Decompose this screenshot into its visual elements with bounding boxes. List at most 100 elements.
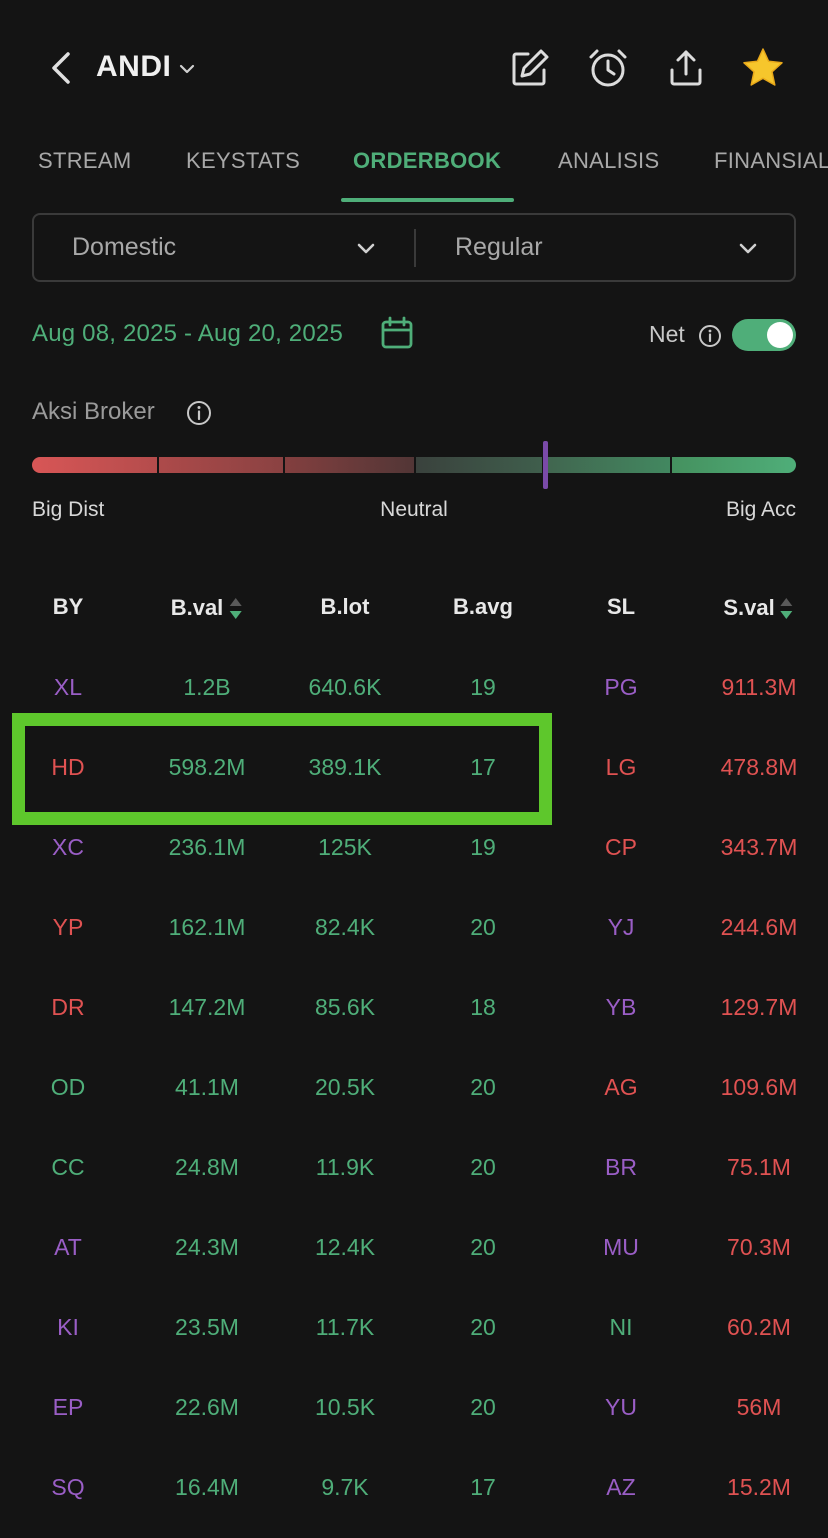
neutral-label: Neutral <box>380 498 448 521</box>
table-row[interactable]: DR 147.2M 85.6K 18 YB 129.7M <box>0 968 828 1048</box>
table-row[interactable]: AT 24.3M 12.4K 20 MU 70.3M <box>0 1208 828 1288</box>
header-bavg: B.avg <box>453 594 513 619</box>
seller-code: CP <box>605 834 637 860</box>
buyer-code: OD <box>50 1074 86 1100</box>
header-bval-label: B.val <box>170 594 224 620</box>
buyer-code: YP <box>52 914 84 940</box>
table-row[interactable]: CC 24.8M 11.9K 20 BR 75.1M <box>0 1128 828 1208</box>
calendar-icon[interactable] <box>380 316 414 350</box>
sort-icon <box>780 598 793 619</box>
tab-analisis[interactable]: ANALISIS <box>558 148 659 174</box>
alarm-clock-icon[interactable] <box>586 46 630 90</box>
chevron-down-icon <box>357 243 375 254</box>
board-dropdown[interactable]: Regular <box>416 215 796 280</box>
sell-value: 75.1M <box>727 1154 791 1180</box>
tab-orderbook[interactable]: ORDERBOOK <box>353 148 501 174</box>
seller-code: AG <box>604 1074 638 1100</box>
sell-value: 60.2M <box>727 1314 791 1340</box>
buyer-code: SQ <box>51 1474 85 1500</box>
stock-title: ANDI <box>96 50 172 83</box>
sell-value: 129.7M <box>720 994 798 1020</box>
broker-action-gauge <box>32 457 796 473</box>
buy-avg: 20 <box>470 1234 496 1260</box>
sell-value: 478.8M <box>720 754 798 780</box>
table-row[interactable]: SQ 16.4M 9.7K 17 AZ 15.2M <box>0 1448 828 1528</box>
gauge-segment <box>670 457 796 473</box>
info-icon[interactable] <box>186 400 212 426</box>
sell-value: 70.3M <box>727 1234 791 1260</box>
sort-icon <box>229 598 242 619</box>
app-header: ANDI <box>0 0 828 130</box>
gauge-segment <box>414 457 542 473</box>
big-dist-label: Big Dist <box>32 498 105 521</box>
broker-summary-table: BY B.val B.lot B.avg SL S.val XL 1.2B 640.… <box>0 568 828 1528</box>
table-row[interactable]: OD 41.1M 20.5K 20 AG 109.6M <box>0 1048 828 1128</box>
table-header: BY B.val B.lot B.avg SL S.val <box>0 568 828 648</box>
seller-code: YB <box>605 994 637 1020</box>
market-dropdown[interactable]: Domestic <box>34 215 414 280</box>
buyer-code: EP <box>52 1394 84 1420</box>
net-toggle[interactable] <box>732 319 796 351</box>
favorite-star-icon[interactable] <box>741 46 785 90</box>
seller-code: AZ <box>606 1474 636 1500</box>
seller-code: LG <box>605 754 637 780</box>
buy-value: 16.4M <box>175 1474 239 1500</box>
buy-avg: 20 <box>470 1074 496 1100</box>
header-sval[interactable]: S.val <box>723 594 794 624</box>
tab-keystats[interactable]: KEYSTATS <box>186 148 300 174</box>
header-by: BY <box>52 594 84 619</box>
seller-code: BR <box>605 1154 637 1180</box>
buy-lot: 640.6K <box>308 674 382 700</box>
chevron-down-icon <box>180 64 195 74</box>
aksi-broker-label: Aksi Broker <box>32 398 155 425</box>
buy-value: 147.2M <box>168 994 246 1020</box>
buyer-code: CC <box>51 1154 85 1180</box>
buy-avg: 20 <box>470 1314 496 1340</box>
date-range[interactable]: Aug 08, 2025 - Aug 20, 2025 <box>32 320 343 348</box>
sell-value: 109.6M <box>720 1074 798 1100</box>
table-row[interactable]: EP 22.6M 10.5K 20 YU 56M <box>0 1368 828 1448</box>
info-icon[interactable] <box>698 324 722 348</box>
sell-value: 56M <box>736 1394 782 1420</box>
seller-code: MU <box>603 1234 639 1260</box>
board-dropdown-value: Regular <box>455 233 543 261</box>
stock-selector[interactable]: ANDI <box>96 50 197 84</box>
buy-value: 162.1M <box>168 914 246 940</box>
buyer-code: XL <box>53 674 83 700</box>
tab-stream[interactable]: STREAM <box>38 148 131 174</box>
buy-lot: 11.7K <box>315 1314 375 1340</box>
toggle-knob <box>767 322 793 348</box>
market-dropdown-value: Domestic <box>72 233 177 261</box>
seller-code: YU <box>605 1394 637 1420</box>
seller-code: NI <box>609 1314 633 1340</box>
tab-finansial[interactable]: FINANSIAL <box>714 148 828 174</box>
buy-value: 1.2B <box>183 674 231 700</box>
buy-avg: 17 <box>470 1474 496 1500</box>
buy-value: 24.3M <box>175 1234 239 1260</box>
buy-avg: 19 <box>470 674 496 700</box>
buy-avg: 19 <box>470 834 496 860</box>
edit-icon[interactable] <box>508 46 552 90</box>
net-label: Net <box>649 321 685 347</box>
buy-lot: 125K <box>318 834 372 860</box>
buy-lot: 11.9K <box>315 1154 375 1180</box>
buy-value: 23.5M <box>175 1314 239 1340</box>
table-row[interactable]: YP 162.1M 82.4K 20 YJ 244.6M <box>0 888 828 968</box>
buyer-code: XC <box>52 834 84 860</box>
header-sl: SL <box>606 594 636 619</box>
buy-lot: 10.5K <box>314 1394 376 1420</box>
filter-bar: Domestic Regular <box>32 213 796 282</box>
header-sval-label: S.val <box>723 594 775 620</box>
header-bval[interactable]: B.val <box>171 594 244 624</box>
buy-lot: 82.4K <box>314 914 376 940</box>
table-row[interactable]: KI 23.5M 11.7K 20 NI 60.2M <box>0 1288 828 1368</box>
sell-value: 244.6M <box>720 914 798 940</box>
gauge-marker <box>542 441 548 489</box>
share-icon[interactable] <box>664 46 708 90</box>
seller-code: PG <box>604 674 638 700</box>
back-arrow-icon[interactable] <box>46 48 76 88</box>
sell-value: 15.2M <box>727 1474 791 1500</box>
active-tab-indicator <box>341 198 514 202</box>
gauge-segment <box>542 457 670 473</box>
buy-lot: 12.4K <box>314 1234 376 1260</box>
